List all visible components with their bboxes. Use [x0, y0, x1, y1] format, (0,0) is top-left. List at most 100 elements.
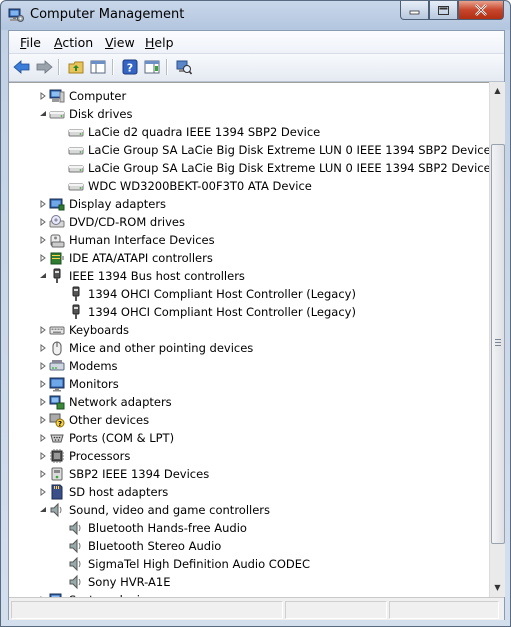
tree-item-label: Network adapters	[69, 395, 172, 409]
expand-arrow-collapsed-icon[interactable]	[39, 452, 47, 460]
computer-management-icon	[8, 8, 24, 22]
tree-device[interactable]: LaCie Group SA LaCie Big Disk Extreme LU…	[9, 141, 489, 159]
speaker-icon	[69, 520, 81, 536]
firewire-icon	[72, 304, 80, 319]
speaker-icon	[50, 502, 62, 518]
vertical-scrollbar[interactable]: ▲ ▼	[489, 82, 505, 597]
tree-category[interactable]: Modems	[9, 357, 489, 375]
disk-drive-icon	[68, 183, 84, 191]
tree-category[interactable]: Human Interface Devices	[9, 231, 489, 249]
menu-bar: File Action View Help	[9, 31, 504, 54]
tree-category[interactable]: Ports (COM & LPT)	[9, 429, 489, 447]
expand-arrow-collapsed-icon[interactable]	[39, 254, 47, 262]
expand-arrow-collapsed-icon[interactable]	[39, 236, 47, 244]
forward-button[interactable]	[34, 57, 54, 77]
toolbar-separator	[112, 59, 114, 75]
caption-buttons	[400, 1, 504, 20]
tree-category[interactable]: Display adapters	[9, 195, 489, 213]
status-bar	[9, 597, 504, 620]
tree-category[interactable]: Monitors	[9, 375, 489, 393]
scroll-down-button[interactable]: ▼	[490, 580, 505, 595]
disk-drive-icon	[68, 165, 84, 173]
tree-category[interactable]: IEEE 1394 Bus host controllers	[9, 267, 489, 285]
disk-drive-icon	[49, 111, 65, 119]
tree-item-label: LaCie d2 quadra IEEE 1394 SBP2 Device	[88, 125, 321, 139]
menu-view[interactable]: View	[105, 35, 135, 50]
scrollbar-thumb[interactable]	[491, 144, 505, 544]
close-button[interactable]	[458, 1, 504, 20]
tree-category[interactable]: DVD/CD-ROM drives	[9, 213, 489, 231]
expand-arrow-collapsed-icon[interactable]	[39, 380, 47, 388]
tree-device[interactable]: Bluetooth Hands-free Audio	[9, 519, 489, 537]
back-button[interactable]	[12, 57, 32, 77]
tree-category[interactable]: Network adapters	[9, 393, 489, 411]
expand-arrow-collapsed-icon[interactable]	[39, 398, 47, 406]
expand-arrow-collapsed-icon[interactable]	[39, 488, 47, 496]
tree-category[interactable]: IDE ATA/ATAPI controllers	[9, 249, 489, 267]
properties-pane-button[interactable]	[142, 57, 162, 77]
tree-device[interactable]: 1394 OHCI Compliant Host Controller (Leg…	[9, 303, 489, 321]
tree-category[interactable]: ? Other devices	[9, 411, 489, 429]
expand-arrow-collapsed-icon[interactable]	[39, 362, 47, 370]
tree-item-label: LaCie Group SA LaCie Big Disk Extreme LU…	[88, 161, 489, 175]
tree-category[interactable]: Disk drives	[9, 105, 489, 123]
svg-text:?: ?	[127, 62, 133, 75]
tree-category[interactable]: Mice and other pointing devices	[9, 339, 489, 357]
expand-arrow-expanded-icon[interactable]	[39, 110, 47, 118]
tree-item-label: Sony HVR-A1E	[88, 575, 171, 589]
monitor-icon	[49, 377, 65, 392]
expand-arrow-collapsed-icon[interactable]	[39, 200, 47, 208]
client-area: File Action View Help ? Computer Disk dr…	[8, 30, 505, 620]
title-bar[interactable]: Computer Management	[1, 1, 510, 30]
unknown-device-icon: ?	[49, 413, 65, 428]
scan-hardware-button[interactable]	[174, 57, 194, 77]
tree-category[interactable]: Sound, video and game controllers	[9, 501, 489, 519]
toolbar: ?	[9, 54, 504, 82]
tree-device[interactable]: SigmaTel High Definition Audio CODEC	[9, 555, 489, 573]
up-folder-button[interactable]	[66, 57, 86, 77]
tree-category[interactable]: SD host adapters	[9, 483, 489, 501]
expand-arrow-expanded-icon[interactable]	[39, 506, 47, 514]
status-cell-secondary	[285, 601, 387, 619]
tree-device[interactable]: Bluetooth Stereo Audio	[9, 537, 489, 555]
display-adapter-icon	[49, 198, 65, 211]
scroll-up-button[interactable]: ▲	[490, 83, 505, 98]
scroll-down-icon: ▼	[494, 583, 501, 592]
disk-drive-icon	[68, 147, 84, 155]
expand-arrow-expanded-icon[interactable]	[39, 272, 47, 280]
expand-arrow-collapsed-icon[interactable]	[39, 92, 47, 100]
tree-device[interactable]: WDC WD3200BEKT-00F3T0 ATA Device	[9, 177, 489, 195]
menu-file[interactable]: File	[20, 35, 41, 50]
keyboard-icon	[49, 326, 65, 335]
menu-help[interactable]: Help	[145, 35, 174, 50]
tree-device[interactable]: LaCie Group SA LaCie Big Disk Extreme LU…	[9, 159, 489, 177]
scroll-up-icon: ▲	[494, 86, 501, 95]
properties-pane-icon	[144, 60, 160, 74]
tree-category[interactable]: Keyboards	[9, 321, 489, 339]
tree-category[interactable]: Processors	[9, 447, 489, 465]
tree-item-label: WDC WD3200BEKT-00F3T0 ATA Device	[88, 179, 312, 193]
expand-arrow-collapsed-icon[interactable]	[39, 416, 47, 424]
disk-drive-icon	[68, 129, 84, 137]
tree-device[interactable]: LaCie d2 quadra IEEE 1394 SBP2 Device	[9, 123, 489, 141]
firewire-icon	[53, 268, 61, 283]
menu-action[interactable]: Action	[54, 35, 93, 50]
show-hide-tree-button[interactable]	[88, 57, 108, 77]
expand-arrow-collapsed-icon[interactable]	[39, 344, 47, 352]
toolbar-separator	[58, 59, 60, 75]
expand-arrow-collapsed-icon[interactable]	[39, 470, 47, 478]
expand-arrow-collapsed-icon[interactable]	[39, 218, 47, 226]
expand-arrow-collapsed-icon[interactable]	[39, 326, 47, 334]
tree-category[interactable]: Computer	[9, 87, 489, 105]
tree-category[interactable]: SBP2 IEEE 1394 Devices	[9, 465, 489, 483]
dvd-drive-icon	[49, 215, 65, 228]
tree-device[interactable]: 1394 OHCI Compliant Host Controller (Leg…	[9, 285, 489, 303]
minimize-button[interactable]	[400, 1, 429, 20]
help-button[interactable]: ?	[120, 57, 140, 77]
tree-device[interactable]: Sony HVR-A1E	[9, 573, 489, 591]
device-tree[interactable]: Computer Disk drives LaCie d2 quadra IEEE …	[9, 82, 489, 598]
port-icon	[50, 434, 64, 443]
expand-arrow-collapsed-icon[interactable]	[39, 434, 47, 442]
svg-text:?: ?	[58, 420, 62, 428]
maximize-button[interactable]	[429, 1, 458, 20]
